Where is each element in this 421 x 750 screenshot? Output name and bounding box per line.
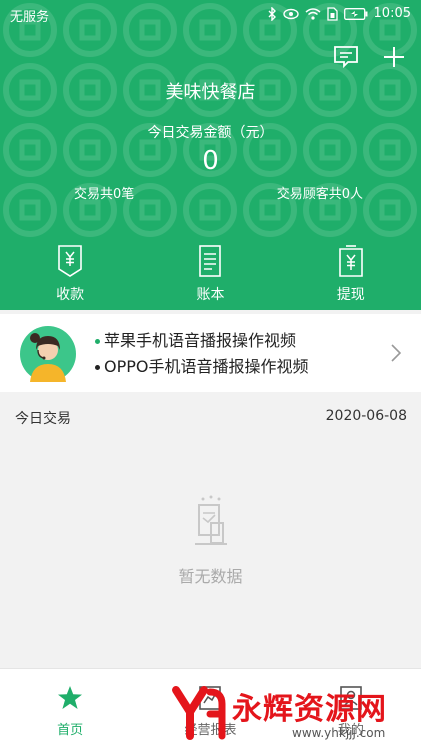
eye-icon [282,8,299,19]
bullet-dot [95,339,100,344]
clock: 10:05 [373,6,411,21]
receipt-yen-icon [58,245,82,277]
bullet-dot [95,365,100,370]
star-icon [58,686,83,709]
watermark: 永辉资源网 www.yhkjjj.com [170,684,420,746]
watermark-url: www.yhkjjj.com [292,726,386,740]
customer-service-avatar [20,326,76,382]
withdraw-yen-icon [339,245,363,277]
withdraw-button[interactable]: 提现 [281,244,421,304]
battery-icon [343,7,368,20]
amount-value: 0 [202,146,219,176]
tab-home[interactable]: 首页 [0,669,140,750]
promo-link-iphone-label: 苹果手机语音播报操作视频 [104,331,297,350]
ledger-icon [199,245,222,277]
ledger-label: 账本 [196,287,225,303]
store-name: 美味快餐店 [165,82,256,103]
add-icon[interactable] [381,44,407,70]
sim-icon [326,6,338,21]
promo-link-iphone[interactable]: 苹果手机语音播报操作视频 [95,328,309,354]
today-date: 2020-06-08 [325,408,407,424]
today-section-title: 今日交易 [15,411,71,427]
amount-label: 今日交易金额（元） [147,125,274,141]
withdraw-label: 提现 [336,287,365,303]
tab-home-label: 首页 [57,723,84,738]
watermark-logo [172,686,226,740]
collect-payment-label: 收款 [56,287,85,303]
header: 无服务 10:05 美味快餐店 今日交易金额（元） 0 交易共0笔 交易顾客共0… [0,0,421,310]
customer-count: 交易顾客共0人 [276,187,363,202]
empty-state-text: 暂无数据 [178,567,243,586]
collect-payment-button[interactable]: 收款 [0,244,140,304]
ledger-button[interactable]: 账本 [140,244,280,304]
wifi-icon [305,7,321,20]
promo-link-oppo-label: OPPO手机语音播报操作视频 [104,357,309,376]
watermark-text: 永辉资源网 [232,692,387,727]
transaction-count: 交易共0笔 [74,187,135,202]
bluetooth-icon [268,6,276,21]
chevron-right-icon[interactable] [391,344,401,362]
carrier-label: 无服务 [10,10,50,25]
message-icon[interactable] [333,44,359,70]
promo-link-oppo[interactable]: OPPO手机语音播报操作视频 [95,354,309,380]
empty-state: 暂无数据 [0,495,421,587]
no-data-icon [194,495,227,545]
background-pattern [0,0,421,240]
status-bar: 无服务 10:05 [0,0,421,30]
promo-card[interactable]: 苹果手机语音播报操作视频 OPPO手机语音播报操作视频 [0,314,421,392]
